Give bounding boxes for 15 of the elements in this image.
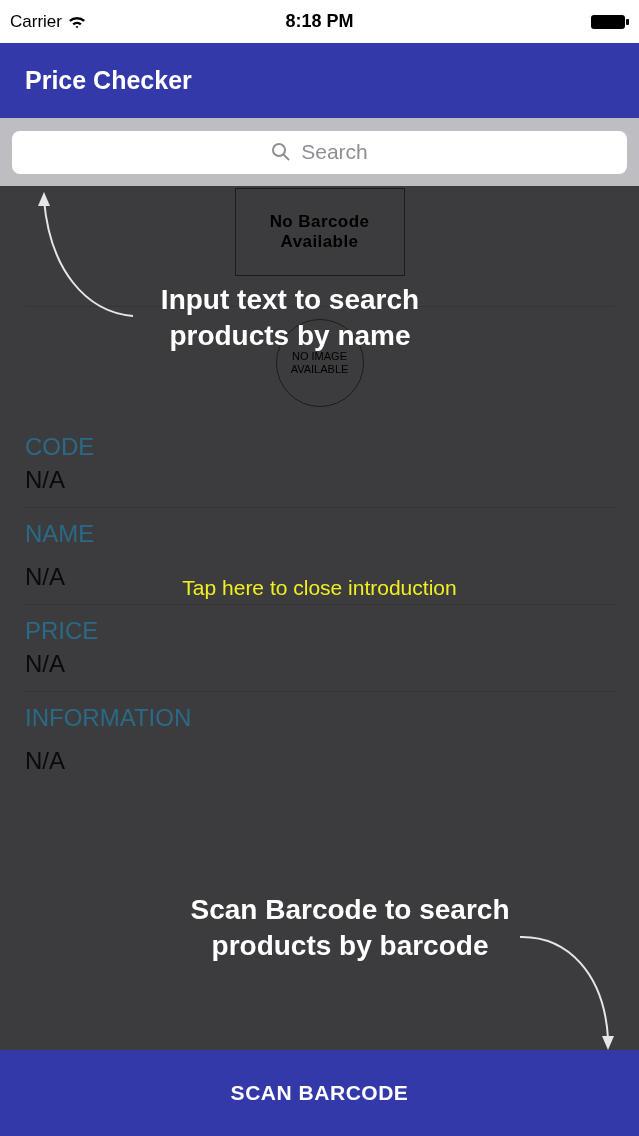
carrier-label: Carrier xyxy=(10,10,62,33)
wifi-icon xyxy=(67,14,86,29)
close-introduction-link[interactable]: Tap here to close introduction xyxy=(182,574,457,602)
clock-time: 8:18 PM xyxy=(285,10,354,33)
field-label: INFORMATION xyxy=(25,703,193,733)
barcode-placeholder-box: No Barcode Available xyxy=(234,188,405,276)
scan-barcode-button[interactable]: SCAN BARCODE xyxy=(0,1050,639,1136)
battery-icon xyxy=(591,14,629,29)
app-title: Price Checker xyxy=(25,64,192,96)
search-hint: Input text to search products by name xyxy=(159,283,421,353)
field-label: CODE xyxy=(25,432,96,462)
field-label: NAME xyxy=(25,519,96,549)
field-label: PRICE xyxy=(25,616,100,646)
scan-hint: Scan Barcode to search products by barcode xyxy=(189,893,511,963)
search-icon xyxy=(271,142,292,162)
